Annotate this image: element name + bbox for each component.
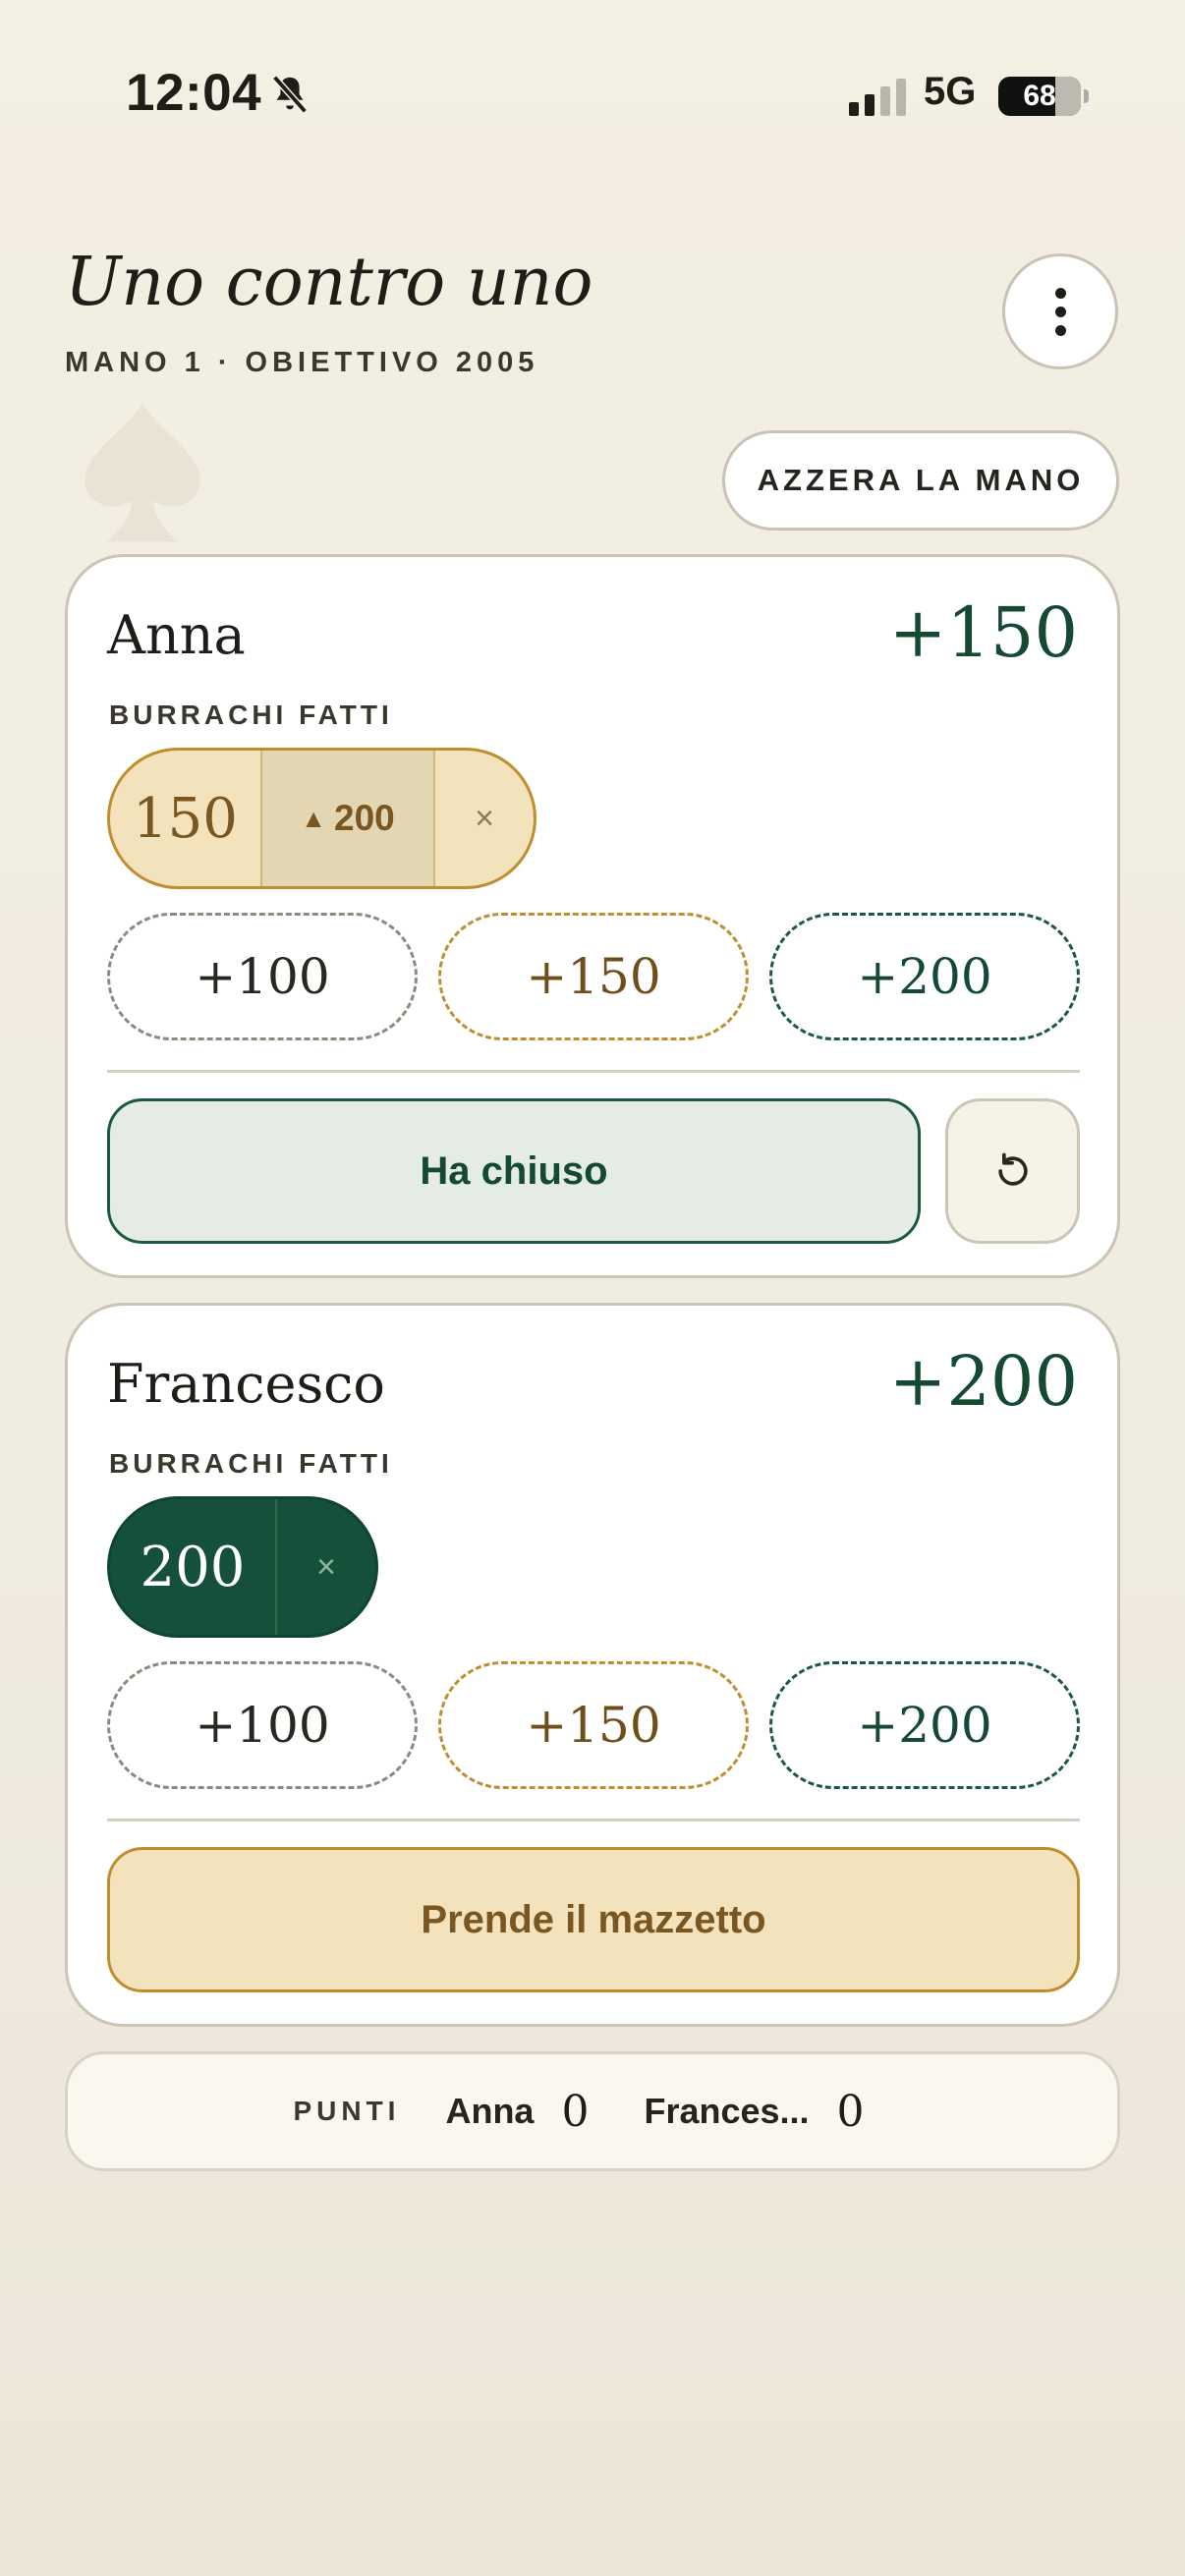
chip-upgrade-button[interactable]: ▲ 200 [262, 751, 435, 886]
burraco-chip: 150 ▲ 200 × [107, 748, 536, 889]
closed-button[interactable]: Ha chiuso [107, 1098, 921, 1244]
points-player-value: 0 [561, 2086, 590, 2137]
spade-icon [85, 403, 200, 542]
chip-upgrade-value: 200 [334, 798, 395, 838]
more-dots-icon [1054, 287, 1066, 299]
points-player-value: 0 [836, 2086, 865, 2137]
triangle-up-icon: ▲ [301, 803, 326, 833]
divider [107, 1070, 1080, 1073]
battery-icon: 68 [998, 77, 1089, 116]
divider [107, 1819, 1080, 1821]
chip-value[interactable]: 150 [110, 751, 262, 886]
network-type: 5G [924, 70, 977, 113]
add-burraco-row: +100 +150 +200 [107, 1661, 1080, 1789]
page-subtitle: MANO 1 · OBIETTIVO 2005 [65, 347, 539, 378]
more-menu-button[interactable] [1002, 253, 1118, 369]
player-score: +200 [888, 1341, 1078, 1422]
add-200-button[interactable]: +200 [769, 1661, 1080, 1789]
take-pot-button[interactable]: Prende il mazzetto [107, 1847, 1080, 1992]
status-bar: 12:04 5G 68 [0, 0, 1185, 187]
reset-hand-button[interactable]: AZZERA LA MANO [722, 430, 1119, 531]
player-card-anna: Anna +150 BURRACHI FATTI 150 ▲ 200 × +10… [65, 554, 1120, 1278]
bell-muted-icon [272, 75, 308, 114]
points-summary: PUNTI Anna 0 Frances... 0 [65, 2051, 1120, 2171]
add-150-button[interactable]: +150 [438, 913, 749, 1040]
add-burraco-row: +100 +150 +200 [107, 913, 1080, 1040]
undo-button[interactable] [945, 1098, 1080, 1244]
page-title: Uno contro uno [65, 244, 593, 321]
chip-value[interactable]: 200 [110, 1499, 277, 1635]
add-100-button[interactable]: +100 [107, 913, 418, 1040]
chip-remove-button[interactable]: × [435, 751, 534, 886]
points-label: PUNTI [293, 2096, 401, 2126]
player-name: Anna [107, 604, 246, 666]
player-card-francesco: Francesco +200 BURRACHI FATTI 200 × +100… [65, 1303, 1120, 2027]
player-name: Francesco [107, 1353, 385, 1415]
player-score: +150 [888, 592, 1078, 673]
burraco-chip: 200 × [107, 1496, 378, 1638]
add-100-button[interactable]: +100 [107, 1661, 418, 1789]
undo-icon [997, 1152, 1028, 1186]
signal-icon [849, 79, 906, 116]
status-time: 12:04 [126, 64, 262, 122]
points-player-name: Frances... [644, 2091, 810, 2131]
section-label: BURRACHI FATTI [109, 700, 393, 730]
battery-level: 68 [1023, 80, 1056, 112]
section-label: BURRACHI FATTI [109, 1448, 393, 1479]
add-200-button[interactable]: +200 [769, 913, 1080, 1040]
points-player-name: Anna [445, 2091, 535, 2131]
chip-remove-button[interactable]: × [277, 1499, 375, 1635]
add-150-button[interactable]: +150 [438, 1661, 749, 1789]
